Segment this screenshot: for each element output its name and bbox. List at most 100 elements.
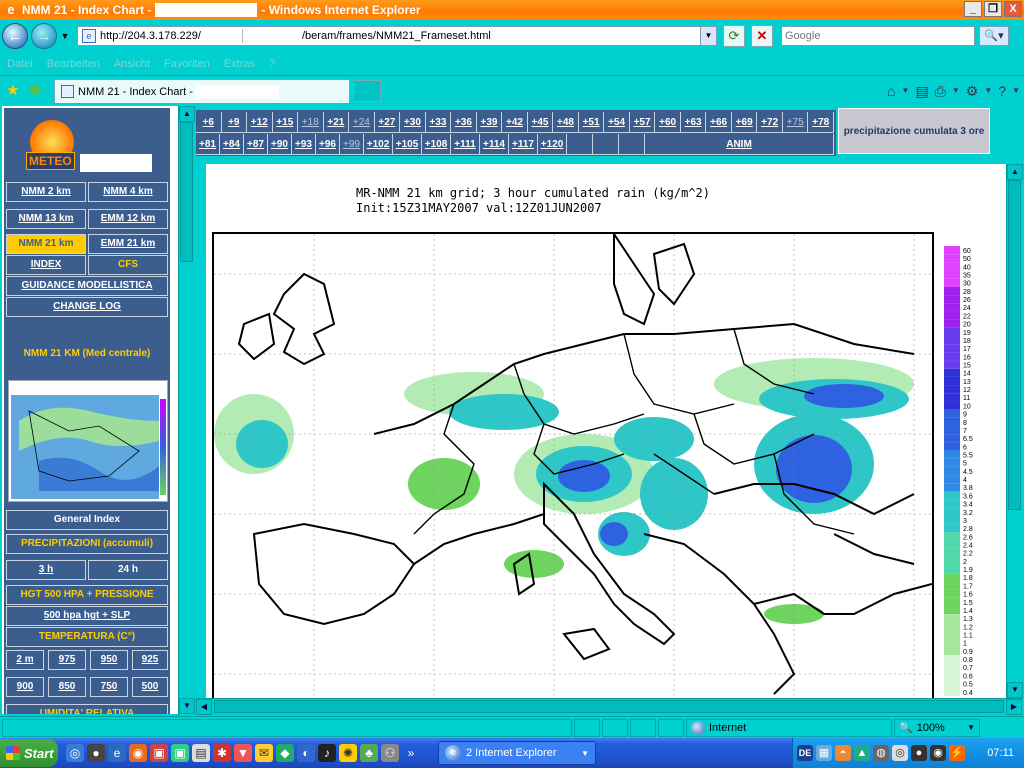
forecast-hour-link[interactable]: +60 [655, 112, 681, 133]
tray-icon[interactable]: ◉ [930, 745, 946, 761]
app-icon[interactable]: ◐ [297, 744, 315, 762]
forecast-hour-link[interactable]: +102 [364, 134, 393, 155]
app-icon[interactable]: ✉ [255, 744, 273, 762]
app-icon[interactable]: ▤ [192, 744, 210, 762]
forecast-hour-link[interactable]: +78 [808, 112, 834, 133]
app-icon[interactable]: ▼ [234, 744, 252, 762]
scroll-right-icon[interactable]: ▶ [1006, 699, 1022, 715]
minimize-button[interactable]: _ [964, 1, 982, 17]
forecast-hour-link[interactable]: +30 [400, 112, 426, 133]
nmm-21km-link[interactable]: NMM 21 km [6, 234, 86, 254]
tray-icon[interactable]: ▦ [816, 745, 832, 761]
menu-file[interactable]: Datei [7, 58, 33, 70]
forecast-hour-link[interactable]: +39 [476, 112, 503, 133]
menu-favorites[interactable]: Favoriten [164, 58, 210, 70]
ie-icon[interactable]: e [108, 744, 126, 762]
forecast-hour-link[interactable]: +9 [221, 112, 248, 133]
temp-2m-link[interactable]: 2 m [6, 650, 44, 670]
forecast-hour-link[interactable]: +18 [298, 112, 324, 133]
map-thumbnail[interactable] [8, 380, 168, 502]
forecast-hour-link[interactable]: +6 [196, 112, 222, 133]
feeds-icon[interactable]: ▤ [915, 81, 928, 101]
home-icon[interactable]: ⌂ [887, 81, 895, 101]
search-input[interactable] [782, 27, 974, 45]
tray-icon[interactable]: ▲ [854, 745, 870, 761]
menu-help[interactable]: ? [269, 58, 275, 70]
forecast-hour-link[interactable]: +81 [196, 134, 220, 155]
left-frame-scrollbar[interactable]: ▲ ▼ [178, 106, 195, 716]
temp-750-link[interactable]: 750 [90, 677, 128, 697]
temp-950-link[interactable]: 950 [90, 650, 128, 670]
tray-icon[interactable]: ◎ [892, 745, 908, 761]
tab-current[interactable]: NMM 21 - Index Chart - [54, 79, 350, 103]
forecast-hour-link[interactable]: +51 [578, 112, 605, 133]
temp-500-link[interactable]: 500 [132, 677, 168, 697]
forecast-hour-link[interactable]: +24 [349, 112, 375, 133]
add-favorite-icon[interactable]: ✚ [26, 82, 44, 100]
forecast-hour-link[interactable]: +69 [731, 112, 758, 133]
forecast-hour-link[interactable]: +72 [757, 112, 783, 133]
print-icon[interactable]: ⎙ [935, 81, 946, 101]
cfs-link[interactable]: CFS [88, 255, 168, 275]
search-icon[interactable]: 🔍▾ [979, 26, 1009, 46]
scroll-up-icon[interactable]: ▲ [1007, 164, 1023, 180]
language-indicator[interactable]: DE [797, 745, 813, 761]
menu-tools[interactable]: Extras [224, 58, 255, 70]
temp-850-link[interactable]: 850 [48, 677, 86, 697]
taskbar-ie-group[interactable]: e 2 Internet Explorer ▼ [438, 741, 596, 765]
forecast-hour-link[interactable]: +108 [422, 134, 451, 155]
maximize-button[interactable]: ❐ [984, 1, 1002, 17]
forecast-hour-link[interactable]: +96 [316, 134, 340, 155]
guidance-link[interactable]: GUIDANCE MODELLISTICA [6, 276, 168, 296]
new-tab-button[interactable] [353, 80, 381, 102]
app-icon[interactable]: ♪ [318, 744, 336, 762]
horizontal-scrollbar[interactable]: ◀ ▶ [196, 698, 1022, 715]
forecast-hour-link[interactable]: +114 [480, 134, 509, 155]
forecast-hour-link[interactable]: +87 [244, 134, 268, 155]
forecast-hour-link[interactable]: +57 [629, 112, 656, 133]
forecast-hour-link[interactable]: +111 [451, 134, 480, 155]
address-dropdown-icon[interactable]: ▼ [700, 27, 716, 45]
menu-view[interactable]: Ansicht [114, 58, 150, 70]
emm-12km-link[interactable]: EMM 12 km [88, 209, 168, 229]
forecast-hour-link[interactable]: +12 [247, 112, 273, 133]
menu-edit[interactable]: Bearbeiten [47, 58, 100, 70]
forecast-hour-link[interactable]: +75 [782, 112, 809, 133]
more-icon[interactable]: » [402, 744, 420, 762]
hgt500-slp-link[interactable]: 500 hpa hgt + SLP [6, 606, 168, 626]
chart-frame-scrollbar[interactable]: ▲ ▼ [1006, 164, 1023, 698]
print-dropdown-icon[interactable]: ▼ [952, 81, 960, 101]
tray-icon[interactable]: ⚡ [949, 745, 965, 761]
nmm-4km-link[interactable]: NMM 4 km [88, 182, 168, 202]
help-dropdown-icon[interactable]: ▼ [1012, 81, 1020, 101]
scroll-up-icon[interactable]: ▲ [179, 106, 195, 122]
forecast-hour-link[interactable]: +99 [340, 134, 364, 155]
stop-icon[interactable]: ✕ [751, 25, 773, 47]
precip-3h-link[interactable]: 3 h [6, 560, 86, 580]
scroll-left-icon[interactable]: ◀ [196, 699, 212, 715]
index-link[interactable]: INDEX [6, 255, 86, 275]
help-icon[interactable]: ? [998, 81, 1006, 101]
forecast-hour-link[interactable]: +93 [292, 134, 316, 155]
forecast-hour-link[interactable]: +15 [272, 112, 299, 133]
scroll-thumb[interactable] [1008, 180, 1021, 510]
zoom-control[interactable]: 🔍 100% ▼ [894, 718, 980, 737]
scroll-thumb[interactable] [180, 122, 193, 262]
refresh-icon[interactable]: ⟳ [723, 25, 745, 47]
forecast-hour-link[interactable]: +105 [393, 134, 422, 155]
tools-gear-icon[interactable]: ⚙ [966, 81, 979, 101]
emm-21km-link[interactable]: EMM 21 km [88, 234, 168, 254]
forecast-hour-link[interactable]: +36 [451, 112, 477, 133]
scroll-thumb[interactable] [214, 700, 1004, 713]
temp-975-link[interactable]: 975 [48, 650, 86, 670]
nmm-2km-link[interactable]: NMM 2 km [6, 182, 86, 202]
forecast-hour-link[interactable]: +84 [220, 134, 244, 155]
security-zone[interactable]: Internet [686, 718, 892, 737]
back-button[interactable]: ← [2, 23, 28, 49]
forecast-hour-link[interactable]: +90 [268, 134, 292, 155]
temp-925-link[interactable]: 925 [132, 650, 168, 670]
forecast-hour-link[interactable]: +63 [680, 112, 707, 133]
anim-link[interactable]: ANIM [645, 134, 834, 155]
nmm-13km-link[interactable]: NMM 13 km [6, 209, 86, 229]
favorites-star-icon[interactable]: ★ [4, 82, 22, 100]
